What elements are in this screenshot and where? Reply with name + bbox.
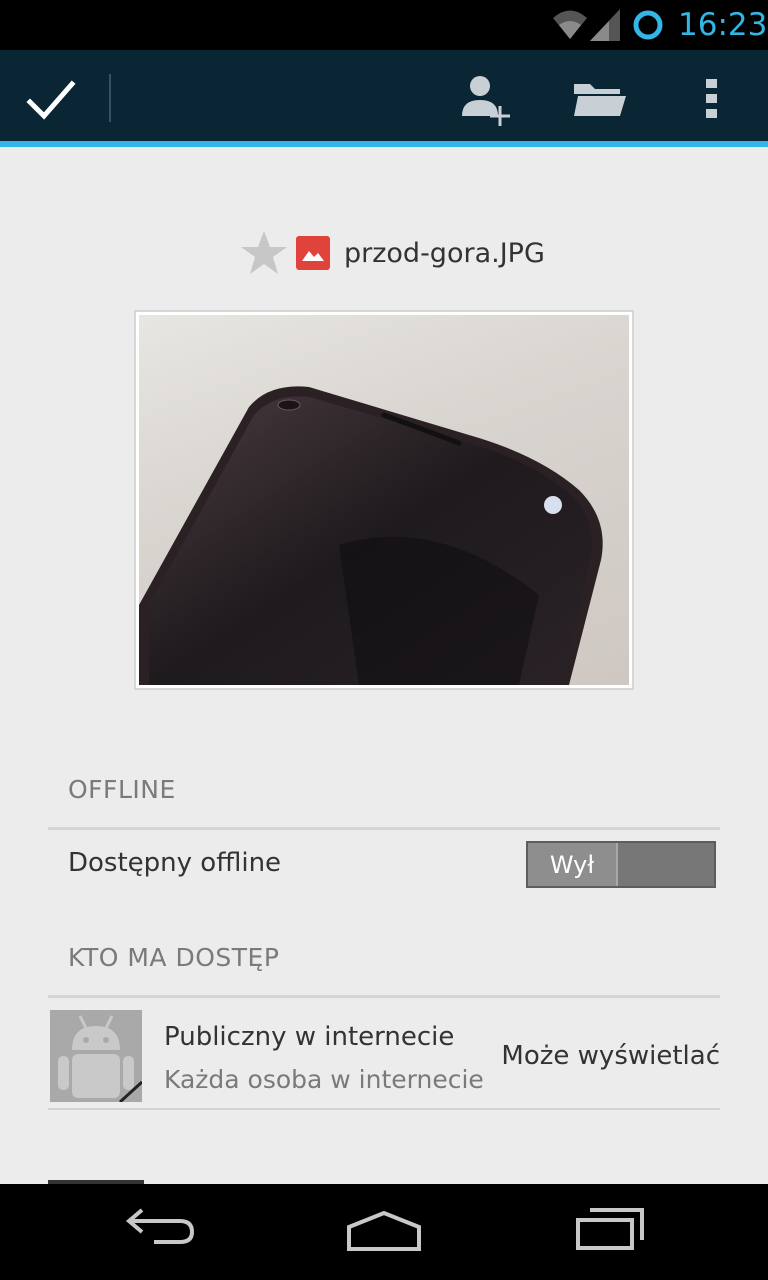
offline-availability-label: Dostępny offline: [68, 848, 282, 878]
clock: 16:23: [678, 7, 768, 43]
access-entry-public[interactable]: Publiczny w internecie Każda osoba w int…: [48, 1008, 720, 1108]
action-bar-divider: [109, 74, 111, 122]
add-person-icon[interactable]: [458, 72, 514, 128]
access-entry-name: Publiczny w internecie: [164, 1022, 455, 1052]
wifi-icon: [553, 10, 587, 39]
home-icon[interactable]: [345, 1209, 423, 1253]
check-icon[interactable]: [22, 72, 80, 124]
action-bar-underline: [0, 141, 768, 147]
file-title-row: przod-gora.JPG: [240, 228, 545, 278]
star-icon[interactable]: [240, 229, 288, 277]
next-entry-text-edge: [164, 1177, 384, 1183]
folder-icon[interactable]: [570, 80, 628, 118]
system-nav-bar: [0, 1184, 768, 1280]
offline-toggle-knob: Wył: [528, 843, 618, 886]
access-entry-role[interactable]: Może wyświetlać: [501, 1041, 720, 1071]
access-section-header: KTO MA DOSTĘP: [68, 943, 280, 972]
action-bar: [0, 50, 768, 141]
offline-section-header: OFFLINE: [68, 775, 176, 804]
preview-image: [139, 315, 629, 685]
offline-section-divider: [48, 827, 720, 830]
cell-signal-icon: [590, 9, 620, 41]
file-preview[interactable]: [134, 310, 634, 690]
access-entry-divider: [48, 1108, 720, 1110]
back-icon[interactable]: [124, 1206, 196, 1246]
sync-icon: [633, 10, 663, 40]
offline-toggle[interactable]: Wył: [526, 841, 716, 888]
access-entry-subtitle: Każda osoba w internecie: [164, 1065, 484, 1094]
overflow-menu-icon[interactable]: [700, 77, 724, 121]
access-section-divider: [48, 995, 720, 998]
recents-icon[interactable]: [574, 1204, 646, 1254]
image-icon: [296, 236, 330, 270]
status-bar: 16:23: [0, 0, 768, 50]
android-avatar-icon: [50, 1010, 142, 1102]
file-name: przod-gora.JPG: [344, 237, 545, 269]
